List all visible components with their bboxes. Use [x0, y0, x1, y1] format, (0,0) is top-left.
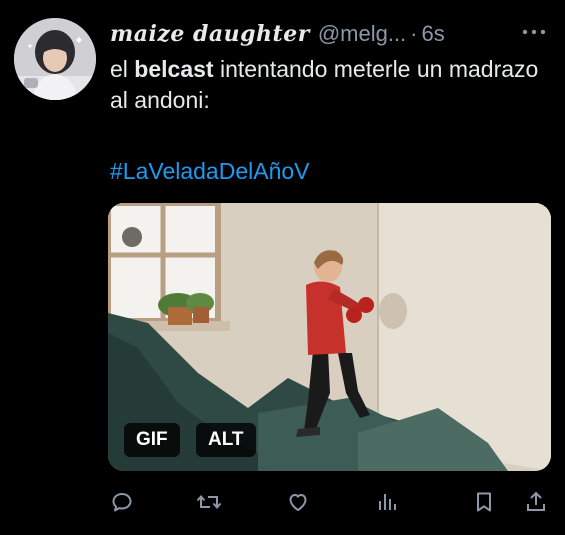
- avatar-image: [14, 18, 96, 100]
- tweet-text-before: el: [110, 56, 135, 82]
- avatar[interactable]: [14, 18, 96, 100]
- views-icon[interactable]: [374, 488, 398, 516]
- tweet-actions: [110, 488, 550, 516]
- gif-media[interactable]: GIF ALT: [108, 203, 551, 471]
- tweet-text-bold: belcast: [134, 56, 214, 82]
- heart-icon[interactable]: [286, 488, 310, 516]
- bookmark-icon[interactable]: [472, 488, 496, 516]
- display-name[interactable]: maize daughter: [110, 21, 310, 47]
- hashtag-link[interactable]: #LaVeladaDelAñoV: [110, 156, 310, 187]
- more-options-icon[interactable]: [519, 20, 549, 44]
- retweet-icon[interactable]: [196, 488, 222, 516]
- share-icon[interactable]: [524, 488, 548, 516]
- alt-badge[interactable]: ALT: [196, 423, 256, 457]
- tweet[interactable]: maize daughter @melg... · 6s el belcast …: [0, 0, 565, 535]
- user-handle[interactable]: @melg...: [318, 21, 406, 47]
- separator-dot: ·: [410, 21, 418, 46]
- reply-icon[interactable]: [110, 488, 134, 516]
- timestamp[interactable]: 6s: [422, 21, 445, 47]
- tweet-text: el belcast intentando meterle un madrazo…: [110, 54, 550, 116]
- tweet-header: maize daughter @melg... · 6s: [110, 18, 553, 50]
- gif-badge[interactable]: GIF: [124, 423, 180, 457]
